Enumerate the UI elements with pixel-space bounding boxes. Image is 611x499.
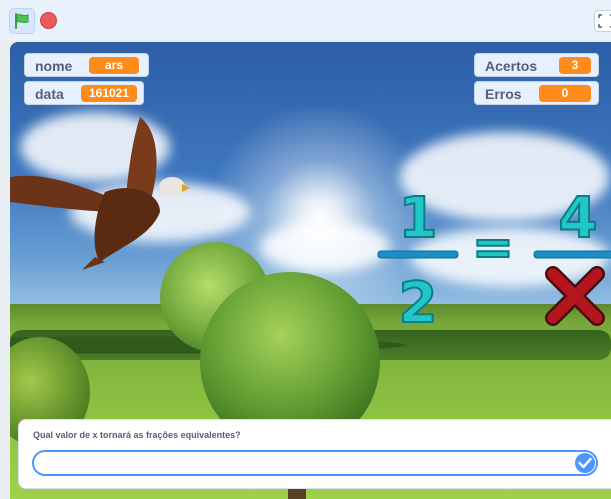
monitor-value: 3 [559, 57, 591, 74]
stage[interactable]: 1 2 = 4 nome ars data 161021 Acertos 3 E… [10, 42, 611, 499]
ask-prompt: Qual valor de x tornará as frações equiv… [18, 419, 611, 489]
equals-sign: = [472, 218, 514, 276]
submit-answer-button[interactable] [575, 453, 595, 473]
left-numerator: 1 [399, 186, 438, 251]
red-x-icon [545, 266, 605, 326]
monitor-erros: Erros 0 [474, 81, 599, 105]
green-flag-icon [15, 13, 29, 29]
monitor-nome: nome ars [24, 53, 149, 77]
green-flag-button[interactable] [9, 8, 35, 34]
monitor-value: ars [89, 57, 139, 74]
monitor-label: Erros [485, 86, 522, 102]
monitor-value: 0 [539, 85, 591, 102]
monitor-label: data [35, 86, 64, 102]
eagle-sprite[interactable] [10, 112, 195, 272]
monitor-label: nome [35, 58, 73, 74]
monitor-label: Acertos [485, 58, 538, 74]
check-icon [578, 457, 592, 469]
fullscreen-button[interactable] [594, 10, 611, 32]
answer-input[interactable] [32, 450, 598, 476]
monitor-acertos: Acertos 3 [474, 53, 599, 77]
stage-header [0, 0, 611, 40]
fraction-equation: 1 2 = 4 [377, 185, 611, 332]
left-denominator: 2 [399, 271, 438, 332]
stop-button[interactable] [40, 12, 57, 29]
right-numerator: 4 [559, 186, 598, 251]
monitor-value: 161021 [81, 85, 137, 102]
fullscreen-icon [598, 14, 611, 28]
ask-question: Qual valor de x tornará as frações equiv… [33, 430, 241, 440]
cloud-image [260, 222, 390, 272]
monitor-data: data 161021 [24, 81, 144, 105]
